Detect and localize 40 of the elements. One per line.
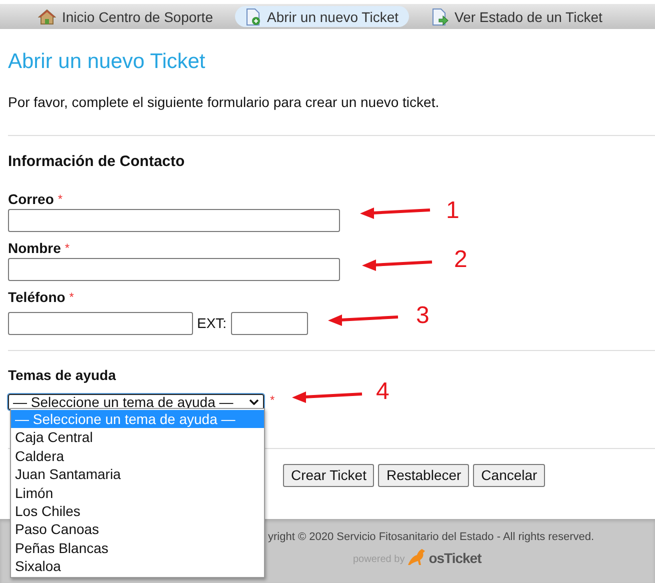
input-field[interactable]: [8, 258, 340, 281]
ext-label: EXT:: [197, 314, 227, 333]
nav-tab[interactable]: Inicio Centro de Soporte: [28, 6, 223, 27]
section-heading: Información de Contacto: [8, 152, 186, 172]
field-label: Correo: [8, 191, 54, 207]
document-arrow-icon: [430, 8, 448, 26]
form-button[interactable]: Cancelar: [473, 464, 546, 487]
annotation-number: 3: [416, 304, 430, 328]
input-field[interactable]: [230, 312, 308, 335]
required-mark: *: [270, 394, 275, 406]
nav-tab[interactable]: Ver Estado de un Ticket: [420, 6, 612, 27]
document-plus-icon: [244, 8, 261, 26]
annotation-number: 1: [446, 199, 460, 223]
dropdown-option[interactable]: Juan Santamaria: [11, 465, 264, 484]
field-label: Temas de ayuda: [8, 367, 117, 383]
field-label: Nombre: [8, 240, 61, 256]
logo-text: osTicket: [428, 550, 482, 566]
dropdown-option[interactable]: Los Chiles: [11, 502, 264, 520]
nav-tab[interactable]: Abrir un nuevo Ticket: [234, 6, 408, 27]
page-title: Abrir un nuevo Ticket: [8, 49, 206, 75]
form-button[interactable]: Restablecer: [378, 464, 470, 487]
dropdown-option[interactable]: Paso Canoas: [11, 520, 264, 539]
intro-text: Por favor, complete el siguiente formulario para crear un nuevo ticket.: [8, 93, 440, 111]
dropdown-option[interactable]: Caja Central: [11, 428, 264, 447]
field-label: Teléfono: [8, 289, 66, 305]
dropdown-option[interactable]: Caldera: [11, 446, 264, 466]
house-icon: [38, 8, 56, 24]
required-mark: *: [69, 289, 74, 305]
input-field[interactable]: [8, 312, 193, 335]
annotation-number: 2: [454, 248, 468, 272]
required-mark: *: [58, 191, 63, 207]
copyright-text: yright © 2020 Servicio Fitosanitario del Estado - All rights reserved.: [268, 530, 594, 545]
dropdown-option[interactable]: Limón: [11, 484, 264, 502]
input-field[interactable]: [8, 209, 340, 232]
annotation-number: 4: [376, 380, 390, 404]
dropdown-option[interactable]: Sixaloa: [11, 557, 264, 576]
required-mark: *: [64, 240, 70, 256]
dropdown-option[interactable]: Peñas Blancas: [11, 538, 264, 558]
chevron-down-icon: [249, 399, 259, 405]
form-button[interactable]: Crear Ticket: [283, 464, 374, 487]
